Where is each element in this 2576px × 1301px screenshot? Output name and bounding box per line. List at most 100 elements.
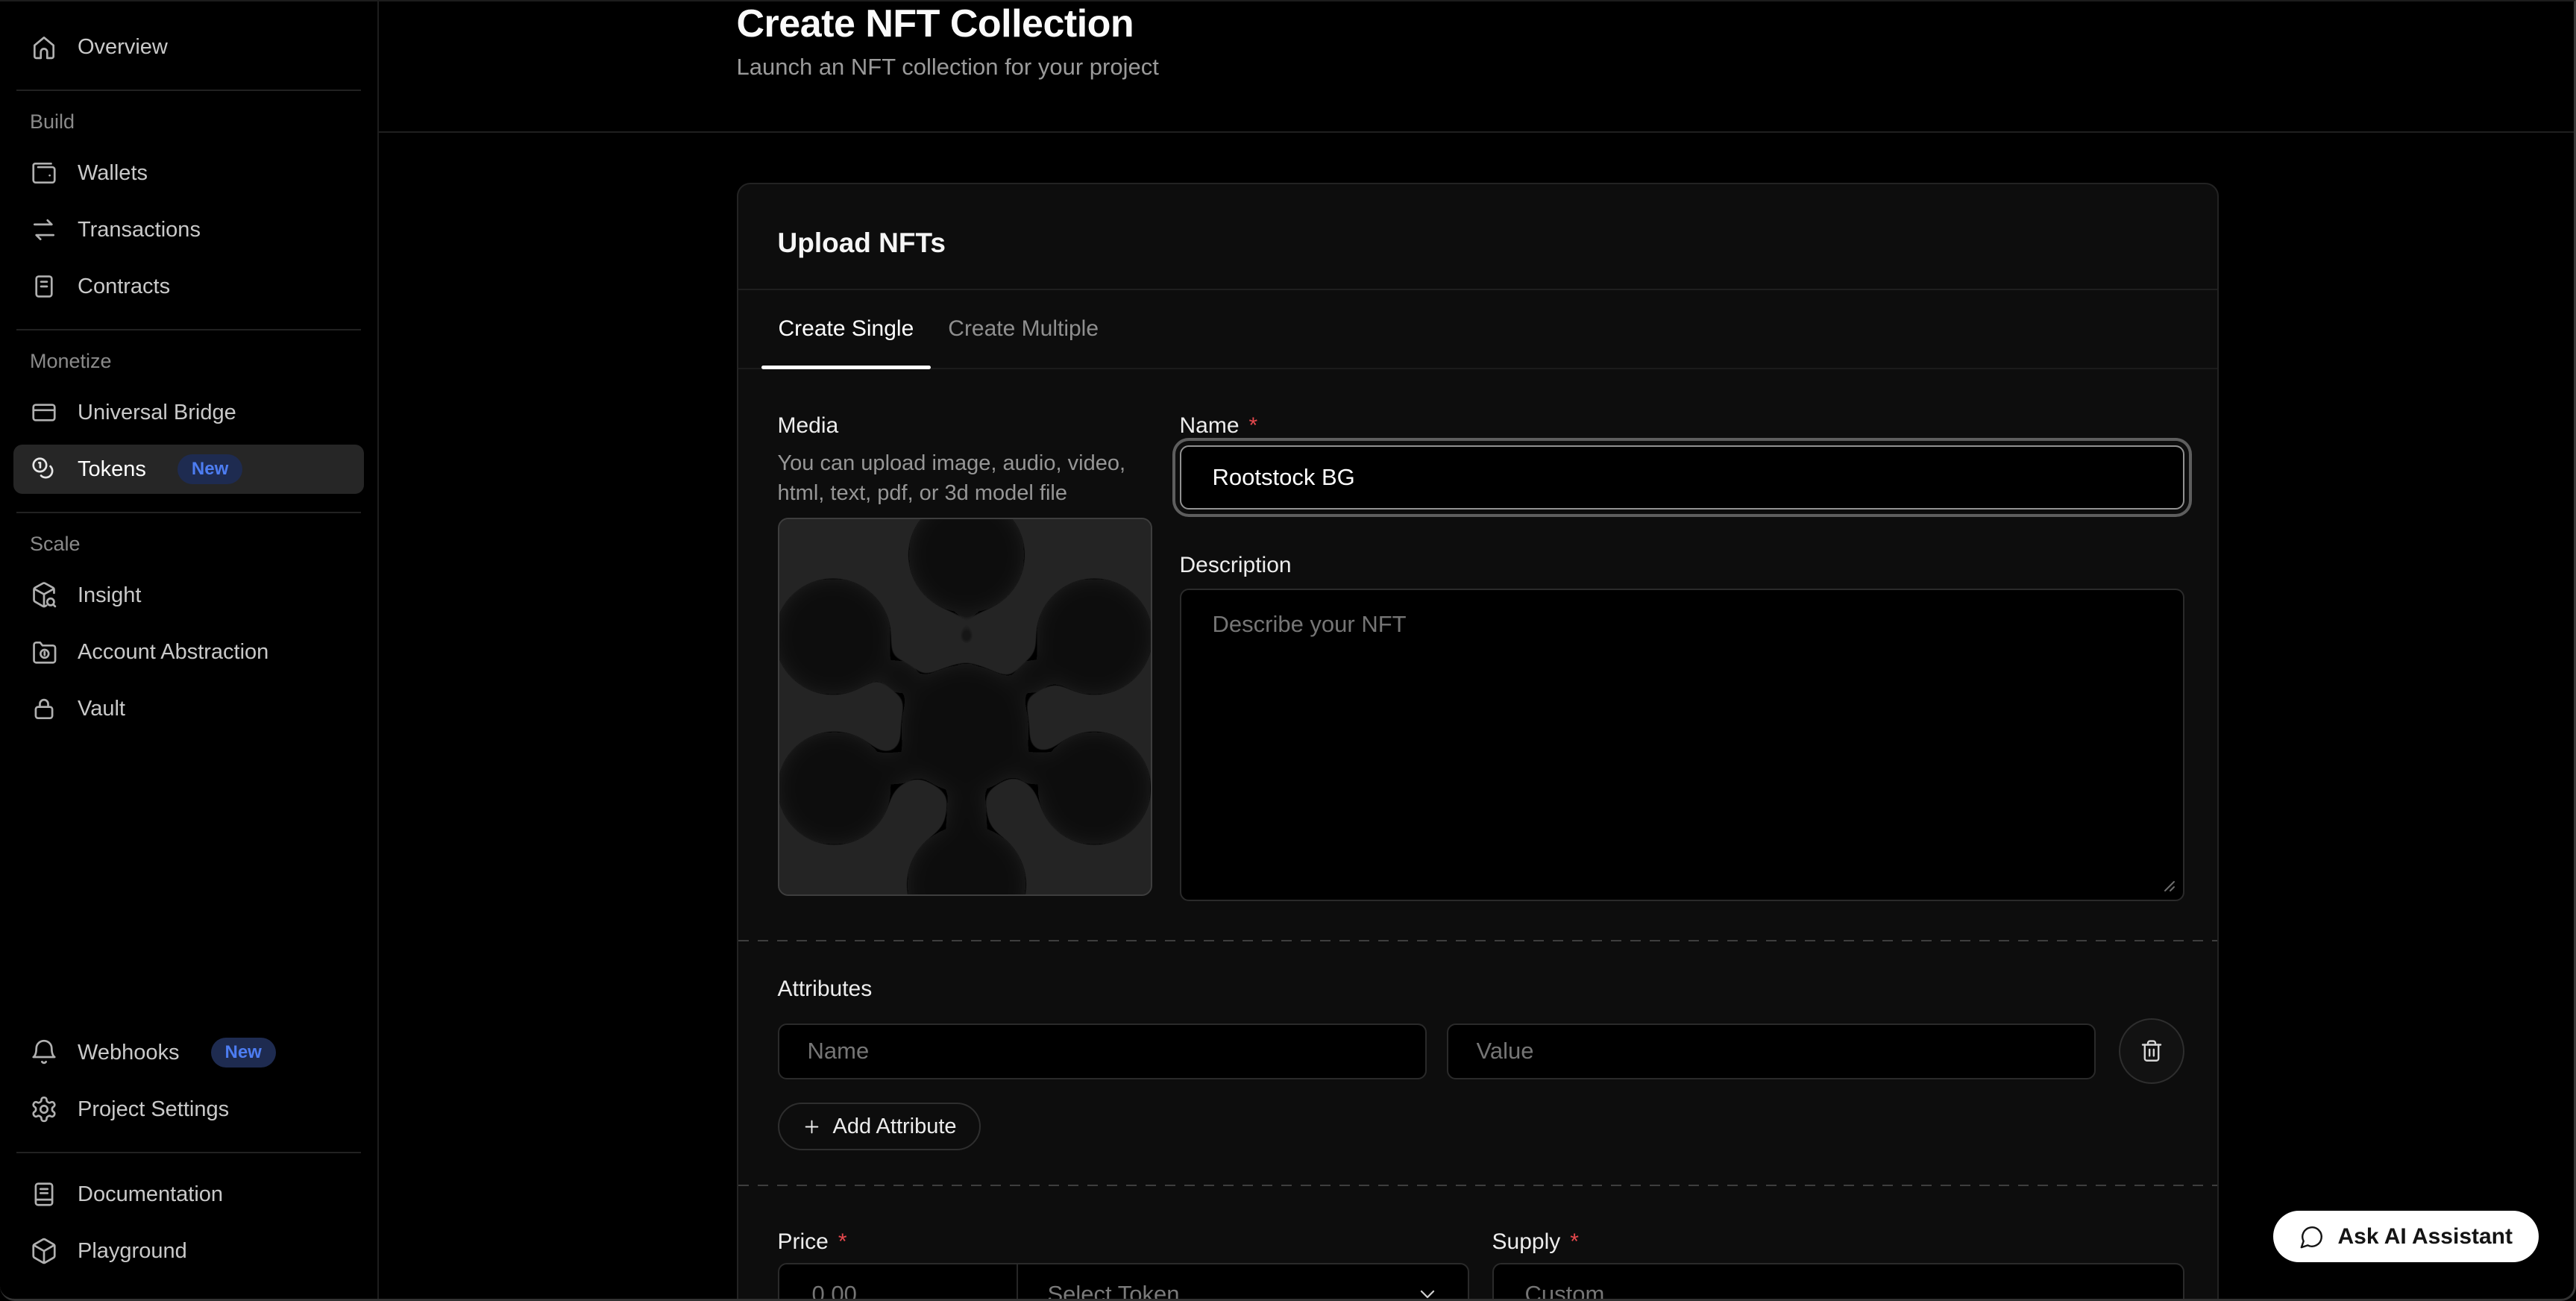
arrows-swap-icon — [30, 216, 58, 244]
description-wrap — [1180, 589, 2184, 901]
new-badge: New — [211, 1038, 276, 1068]
required-asterisk: * — [1249, 414, 1258, 438]
sidebar-item-account-abstraction[interactable]: Account Abstraction — [13, 627, 364, 677]
sidebar-item-label: Wallets — [78, 161, 148, 186]
sidebar-item-tokens[interactable]: Tokens New — [13, 445, 364, 494]
price-column: Price * Select Token — [778, 1230, 1469, 1301]
upload-nfts-card: Upload NFTs Create Single Create Multipl… — [737, 183, 2219, 1301]
add-attribute-label: Add Attribute — [833, 1115, 957, 1139]
sidebar-item-label: Vault — [78, 697, 125, 721]
delete-attribute-button[interactable] — [2119, 1018, 2184, 1084]
sidebar-divider — [16, 329, 361, 330]
sidebar-divider — [16, 90, 361, 91]
sidebar-item-label: Insight — [78, 583, 141, 608]
sidebar-item-insight[interactable]: Insight — [13, 571, 364, 620]
home-icon — [30, 33, 58, 61]
price-label-text: Price — [778, 1230, 829, 1254]
page-content: Upload NFTs Create Single Create Multipl… — [379, 133, 2576, 1301]
required-asterisk: * — [838, 1230, 847, 1254]
fields-column: Name * Description — [1180, 414, 2184, 901]
supply-label-text: Supply — [1492, 1230, 1561, 1254]
sidebar-item-contracts[interactable]: Contracts — [13, 262, 364, 311]
name-input[interactable] — [1180, 445, 2184, 510]
sidebar-item-label: Universal Bridge — [78, 401, 236, 425]
sidebar-item-label: Tokens — [78, 457, 146, 482]
book-icon — [30, 1180, 58, 1208]
bell-icon — [30, 1038, 58, 1067]
name-label: Name * — [1180, 414, 2184, 438]
folder-shield-icon — [30, 638, 58, 666]
sidebar-divider — [16, 512, 361, 513]
sidebar: Overview Build Wallets Transactions Cont… — [0, 0, 379, 1301]
sidebar-item-universal-bridge[interactable]: Universal Bridge — [13, 388, 364, 437]
page-subtitle: Launch an NFT collection for your projec… — [737, 54, 2219, 81]
sidebar-section-scale: Scale — [30, 533, 348, 556]
card-title: Upload NFTs — [738, 184, 2217, 290]
contract-file-icon — [30, 272, 58, 301]
new-badge: New — [178, 454, 242, 484]
add-attribute-button[interactable]: Add Attribute — [778, 1103, 981, 1150]
page-header: Create NFT Collection Launch an NFT coll… — [379, 0, 2576, 133]
lock-icon — [30, 695, 58, 723]
sidebar-item-label: Contracts — [78, 275, 170, 299]
wallet-icon — [30, 159, 58, 187]
price-supply-section: Price * Select Token — [738, 1186, 2217, 1301]
media-hint: You can upload image, audio, video, html… — [778, 448, 1152, 508]
media-upload-preview[interactable] — [778, 518, 1152, 896]
tab-create-single[interactable]: Create Single — [761, 290, 932, 368]
media-column: Media You can upload image, audio, video… — [778, 414, 1152, 901]
credit-card-icon — [30, 398, 58, 427]
sidebar-item-webhooks[interactable]: Webhooks New — [13, 1028, 364, 1077]
sidebar-divider — [16, 1152, 361, 1153]
app-window: Overview Build Wallets Transactions Cont… — [0, 0, 2576, 1301]
attribute-value-input[interactable] — [1447, 1023, 2096, 1079]
attributes-section: Attributes Add Attribute — [738, 941, 2217, 1185]
tab-label: Create Multiple — [948, 316, 1099, 342]
sidebar-item-label: Overview — [78, 35, 168, 60]
price-label: Price * — [778, 1230, 1469, 1254]
ask-ai-assistant-button[interactable]: Ask AI Assistant — [2273, 1211, 2539, 1262]
sidebar-item-vault[interactable]: Vault — [13, 684, 364, 733]
sidebar-item-label: Playground — [78, 1239, 187, 1264]
description-textarea[interactable] — [1180, 589, 2184, 901]
sidebar-item-documentation[interactable]: Documentation — [13, 1170, 364, 1219]
sidebar-item-label: Webhooks — [78, 1041, 180, 1065]
cube-icon — [30, 1237, 58, 1265]
sidebar-item-label: Documentation — [78, 1182, 223, 1207]
tab-label: Create Single — [779, 316, 914, 342]
attributes-label: Attributes — [778, 977, 2184, 1001]
attribute-row — [778, 1018, 2184, 1084]
trash-icon — [2139, 1038, 2164, 1064]
supply-column: Supply * — [1492, 1230, 2184, 1301]
sidebar-item-label: Transactions — [78, 218, 201, 242]
tab-bar: Create Single Create Multiple — [738, 290, 2217, 369]
nft-media-image — [779, 519, 1151, 894]
price-amount-input[interactable] — [779, 1264, 1017, 1301]
sidebar-section-build: Build — [30, 110, 348, 134]
ask-ai-assistant-label: Ask AI Assistant — [2337, 1224, 2513, 1250]
sidebar-item-transactions[interactable]: Transactions — [13, 205, 364, 254]
chevron-down-icon — [1416, 1282, 1439, 1301]
price-input-group: Select Token — [778, 1263, 1469, 1301]
description-label: Description — [1180, 554, 2184, 577]
plus-icon — [802, 1117, 822, 1137]
sidebar-section-monetize: Monetize — [30, 350, 348, 373]
sidebar-item-playground[interactable]: Playground — [13, 1226, 364, 1276]
package-search-icon — [30, 581, 58, 609]
sidebar-item-overview[interactable]: Overview — [13, 22, 364, 72]
gear-icon — [30, 1095, 58, 1123]
token-select-value: Select Token — [1048, 1281, 1180, 1301]
supply-label: Supply * — [1492, 1230, 2184, 1254]
sidebar-item-wallets[interactable]: Wallets — [13, 148, 364, 198]
token-select-dropdown[interactable]: Select Token — [1018, 1264, 1468, 1301]
name-label-text: Name — [1180, 414, 1240, 438]
page-title: Create NFT Collection — [737, 1, 2219, 46]
sidebar-item-label: Account Abstraction — [78, 640, 268, 665]
attribute-name-input[interactable] — [778, 1023, 1427, 1079]
supply-input[interactable] — [1492, 1263, 2184, 1301]
media-label: Media — [778, 414, 1152, 438]
resize-handle-icon[interactable] — [2159, 876, 2176, 892]
tab-create-multiple[interactable]: Create Multiple — [931, 290, 1116, 368]
chat-bubble-icon — [2299, 1224, 2325, 1250]
sidebar-item-project-settings[interactable]: Project Settings — [13, 1085, 364, 1134]
